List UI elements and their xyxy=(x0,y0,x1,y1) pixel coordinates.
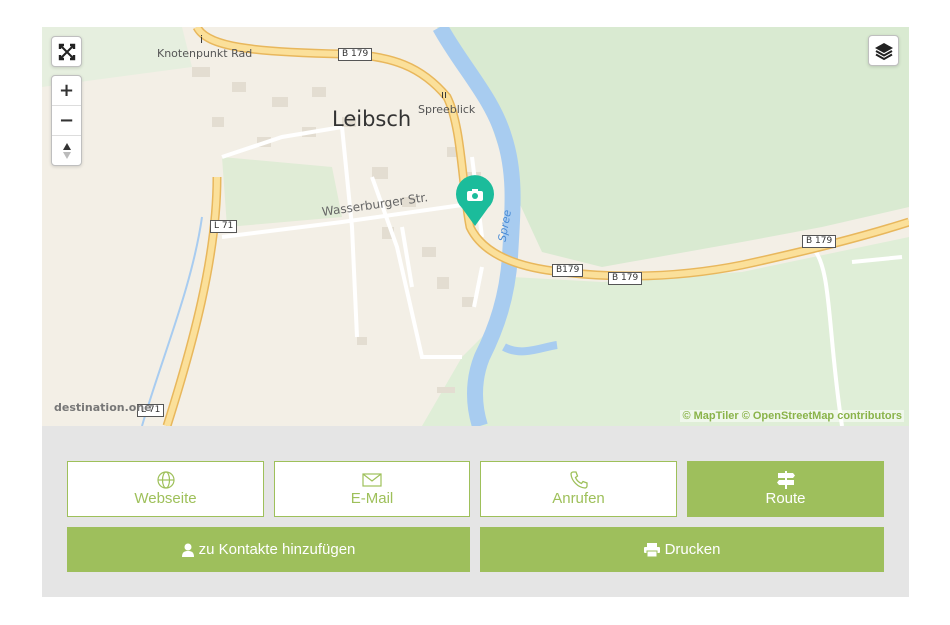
call-label: Anrufen xyxy=(552,490,605,507)
map[interactable]: Leibsch Knotenpunkt Rad i Spreeblick ıı … xyxy=(42,27,909,426)
zoom-out-button[interactable]: − xyxy=(52,105,81,135)
fullscreen-icon[interactable] xyxy=(52,37,81,66)
envelope-icon xyxy=(362,471,382,489)
website-button[interactable]: Webseite xyxy=(67,461,264,517)
print-label: Drucken xyxy=(664,541,721,558)
zoom-in-button[interactable]: + xyxy=(52,76,81,105)
route-label: Route xyxy=(765,490,806,507)
add-contact-button[interactable]: zu Kontakte hinzufügen xyxy=(67,527,470,572)
road-shield: B 179 xyxy=(338,48,373,61)
route-button[interactable]: Route xyxy=(687,461,884,517)
email-button[interactable]: E-Mail xyxy=(274,461,470,517)
action-panel: Webseite E-Mail Anrufen Route zu Kontakt… xyxy=(42,426,909,597)
road-shield: B179 xyxy=(552,264,584,277)
fullscreen-control[interactable] xyxy=(51,36,82,67)
poi-label-spreeblick: Spreeblick xyxy=(418,103,476,116)
restaurant-icon: ıı xyxy=(441,88,448,101)
navigation-control: + − xyxy=(51,75,82,166)
globe-icon xyxy=(156,471,175,489)
signpost-icon xyxy=(776,471,796,489)
road-shield: B 179 xyxy=(802,235,837,248)
map-attribution[interactable]: © MapTiler © OpenStreetMap contributors xyxy=(680,410,904,422)
add-contact-label: zu Kontakte hinzufügen xyxy=(198,541,356,558)
poi-label-knotenpunkt: Knotenpunkt Rad xyxy=(157,47,253,60)
watermark-logo: destination.one xyxy=(54,401,152,414)
info-icon: i xyxy=(200,33,204,46)
place-label: Leibsch xyxy=(332,107,412,131)
print-icon xyxy=(643,542,660,557)
user-icon xyxy=(181,543,194,557)
phone-icon xyxy=(569,471,588,489)
road-shield: B 179 xyxy=(608,272,643,285)
road-shield: L 71 xyxy=(210,220,238,233)
website-label: Webseite xyxy=(134,490,197,507)
layers-icon[interactable] xyxy=(869,36,898,65)
camera-icon xyxy=(467,188,483,201)
email-label: E-Mail xyxy=(350,490,394,507)
print-button[interactable]: Drucken xyxy=(480,527,884,572)
layers-control[interactable] xyxy=(868,35,899,66)
call-button[interactable]: Anrufen xyxy=(480,461,677,517)
map-marker[interactable] xyxy=(455,175,495,227)
compass-icon[interactable] xyxy=(52,135,81,165)
